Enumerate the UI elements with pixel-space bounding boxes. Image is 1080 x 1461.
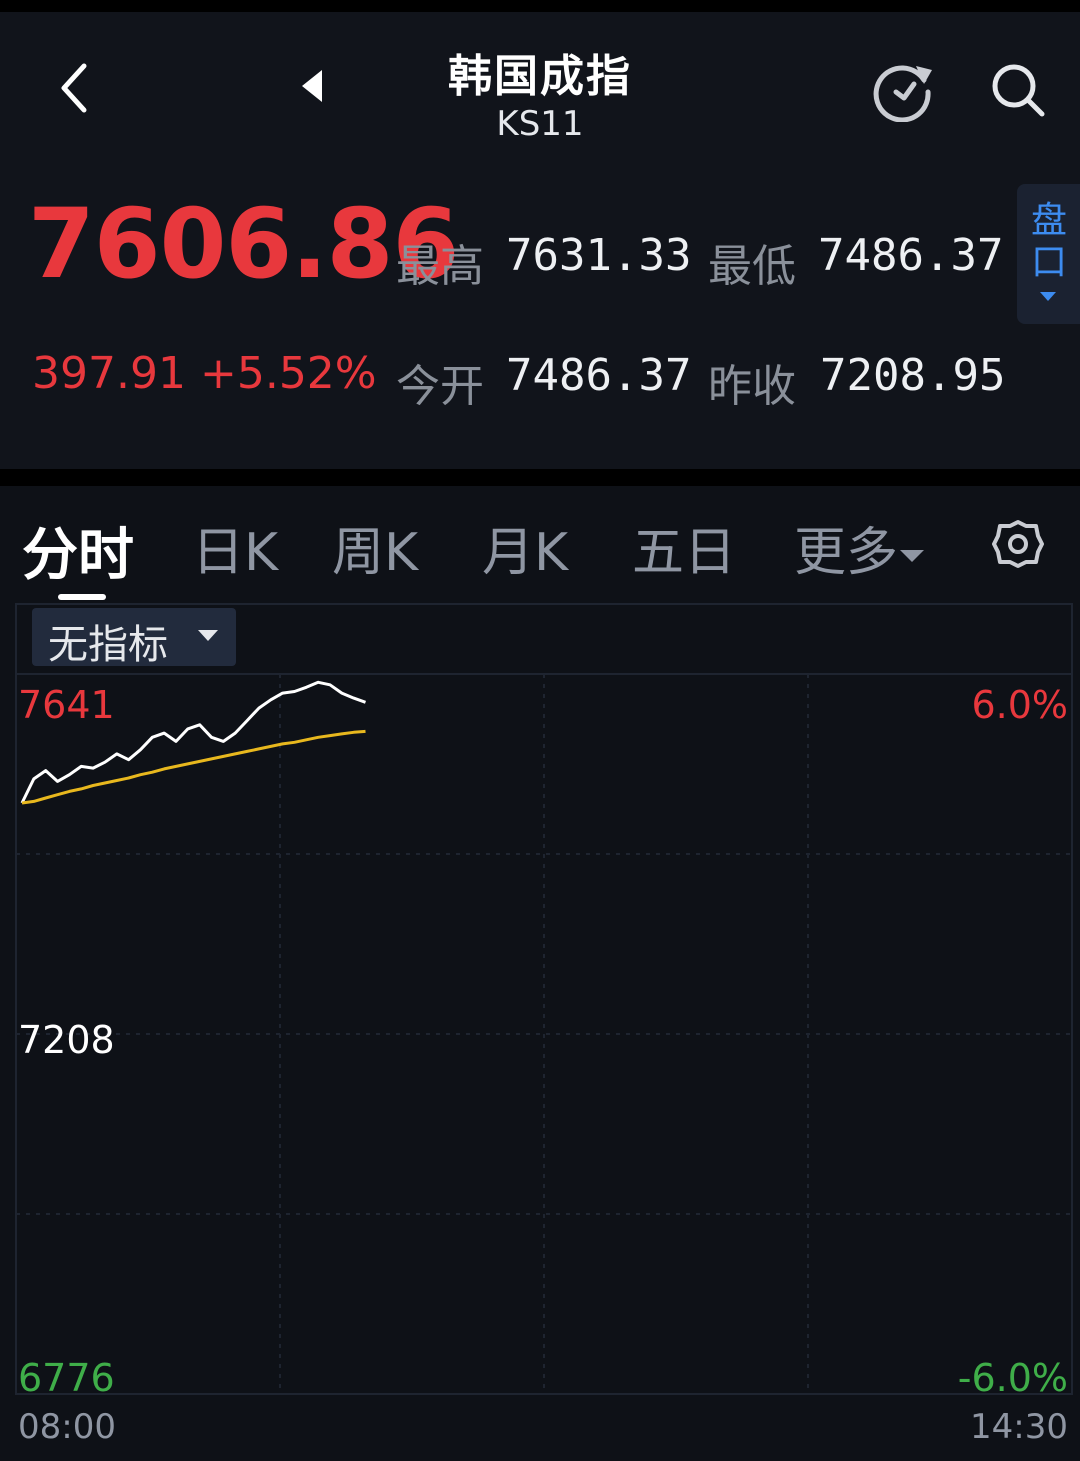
intraday-chart: 7641 7208 6776 6.0% -6.0% 08:00 14:30: [15, 603, 1073, 1447]
status-strip: [0, 0, 1080, 12]
gear-icon[interactable]: [992, 518, 1044, 570]
order-book-label: 盘口: [1030, 200, 1067, 283]
tab-weekly-k[interactable]: 周K: [332, 510, 418, 585]
page-title: 韩国成指: [448, 51, 632, 102]
section-divider: [0, 469, 1080, 486]
prev-close-label: 昨收: [708, 361, 796, 412]
current-price: 7606.86: [28, 188, 459, 300]
tab-more-label: 更多: [794, 523, 899, 583]
change-percent: +5.52%: [199, 348, 377, 399]
x-label-start: 08:00: [18, 1407, 116, 1447]
open-label: 今开: [396, 361, 484, 412]
high-value: 7631.33: [506, 230, 692, 281]
prev-close-value: 7208.95: [820, 350, 1006, 401]
chart-grid: [15, 603, 1073, 1395]
chevron-left-icon[interactable]: [56, 60, 96, 116]
price-change: 397.91 +5.52%: [32, 348, 377, 399]
open-value: 7486.37: [506, 350, 692, 401]
order-book-toggle[interactable]: 盘口: [1017, 184, 1080, 324]
tab-intraday[interactable]: 分时: [22, 510, 134, 591]
x-label-end: 14:30: [970, 1407, 1068, 1447]
low-label: 最低: [708, 241, 796, 292]
tab-five-day[interactable]: 五日: [632, 510, 736, 585]
y-label-mid: 7208: [18, 1018, 115, 1062]
pct-label-top: 6.0%: [971, 683, 1068, 727]
low-value: 7486.37: [818, 230, 1004, 281]
high-label: 最高: [396, 241, 484, 292]
y-label-top: 7641: [18, 683, 115, 727]
tab-daily-k[interactable]: 日K: [192, 510, 278, 585]
ticker-code: KS11: [496, 104, 584, 144]
pct-label-bottom: -6.0%: [958, 1356, 1068, 1400]
search-icon[interactable]: [986, 58, 1050, 122]
tab-monthly-k[interactable]: 月K: [482, 510, 568, 585]
average-line: [21, 729, 366, 805]
change-amount: 397.91: [32, 348, 186, 399]
caret-down-icon: [900, 550, 925, 562]
triangle-left-icon[interactable]: [298, 66, 328, 106]
refresh-icon[interactable]: [872, 58, 936, 122]
y-label-bottom: 6776: [18, 1356, 115, 1400]
chevron-down-icon: [1040, 292, 1056, 301]
tab-more[interactable]: 更多: [794, 510, 925, 585]
